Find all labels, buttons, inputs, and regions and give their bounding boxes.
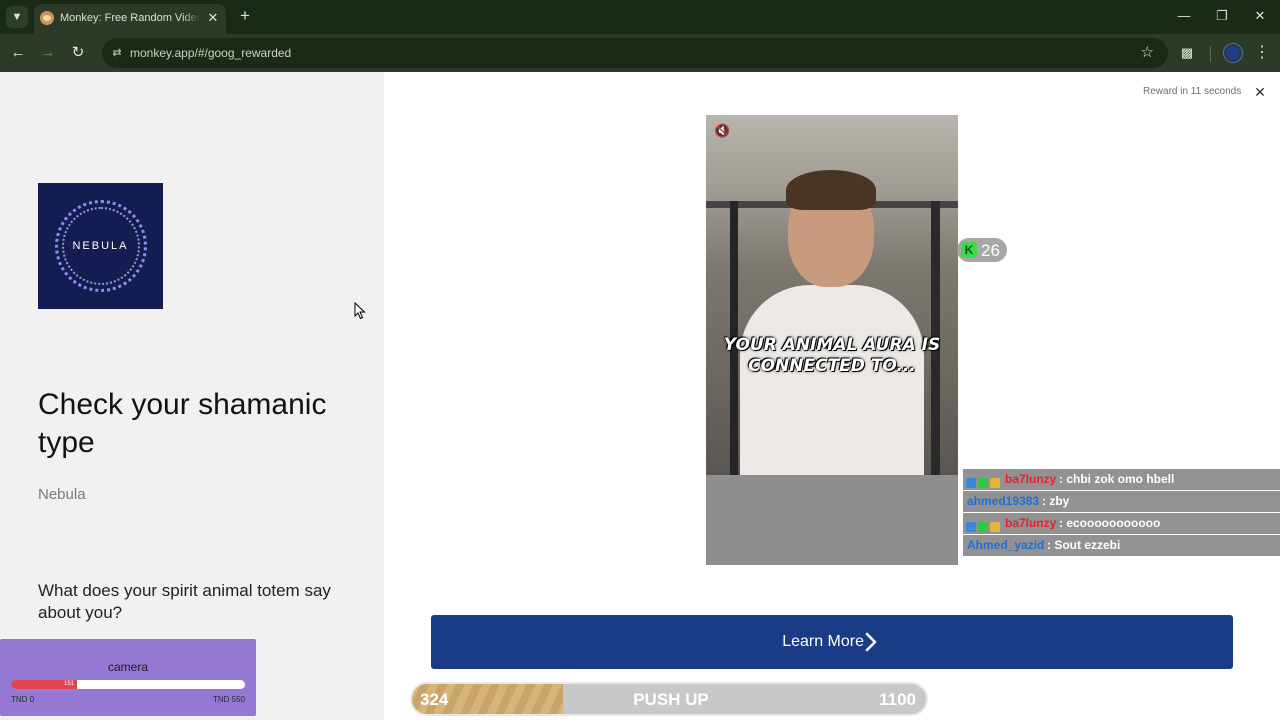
chat-message: ba7lunzy: chbi zok omo hbell [963, 469, 1280, 490]
ad-brand[interactable]: Nebula [38, 486, 86, 503]
video-person-hair [786, 170, 876, 210]
kick-logo-icon: K [961, 242, 977, 258]
camera-progress-value: 151 [63, 681, 74, 687]
browser-toolbar: ← → ↻ ⇄ monkey.app/#/goog_rewarded ☆ ▩ ⋮ [0, 34, 1280, 72]
extensions-icon[interactable]: ▩ [1177, 43, 1197, 63]
chat-text: : ecooooooooooo [1059, 516, 1161, 530]
chat-text: : zby [1042, 494, 1070, 508]
crown-badge-icon [990, 522, 1000, 532]
url-text[interactable]: monkey.app/#/goog_rewarded [130, 46, 291, 60]
tab-search-button[interactable]: ▼ [6, 6, 28, 28]
chat-username[interactable]: ba7lunzy [1005, 513, 1056, 534]
camera-min-label: TND 0 [11, 695, 35, 704]
nebula-logo[interactable]: NEBULA [38, 183, 163, 309]
chat-overlay: ba7lunzy: chbi zok omo hbell ahmed19383: … [963, 469, 1280, 557]
camera-progress-track: 151 [11, 680, 245, 689]
chevron-right-icon [865, 632, 877, 652]
chat-message: ba7lunzy: ecooooooooooo [963, 513, 1280, 534]
ad-sidebar: NEBULA Check your shamanic type Nebula W… [0, 72, 384, 720]
back-icon[interactable]: ← [8, 43, 28, 63]
mouse-cursor-icon [354, 302, 366, 320]
browser-tab-strip: ▼ Monkey: Free Random Video Chat ✕ + — ❐… [0, 0, 1280, 34]
site-info-icon[interactable]: ⇄ [110, 46, 124, 60]
chat-message: Ahmed_yazid: Sout ezzebi [963, 535, 1280, 556]
learn-more-button[interactable]: Learn More [431, 615, 1233, 669]
reload-icon[interactable]: ↻ [68, 43, 88, 63]
chat-username[interactable]: ahmed19383 [967, 491, 1039, 512]
window-close-icon[interactable]: ✕ [1247, 6, 1273, 26]
learn-more-label: Learn More [782, 633, 865, 650]
camera-max-label: TND 550 [212, 695, 245, 704]
browser-menu-icon[interactable]: ⋮ [1252, 43, 1272, 63]
chat-badge-icons [966, 518, 1002, 532]
chat-username[interactable]: Ahmed_yazid [967, 535, 1044, 556]
ad-close-icon[interactable]: ✕ [1253, 85, 1267, 99]
video-person-body [740, 285, 924, 505]
video-caption: YOUR ANIMAL AURA IS CONNECTED TO... [723, 335, 941, 376]
camera-widget: camera 151 TND 0 TND 550 [0, 639, 256, 716]
new-tab-button[interactable]: + [235, 6, 255, 26]
profile-avatar[interactable] [1224, 44, 1242, 62]
chat-username[interactable]: ba7lunzy [1005, 469, 1056, 490]
camera-title: camera [107, 660, 148, 674]
bookmark-star-icon[interactable]: ☆ [1141, 44, 1154, 62]
chat-message: ahmed19383: zby [963, 491, 1280, 512]
logo-wordmark: NEBULA [72, 240, 129, 252]
crown-badge-icon [990, 478, 1000, 488]
reward-timer: Reward in 11 seconds [1143, 86, 1242, 97]
video-person-legs [706, 475, 958, 565]
muted-speaker-icon[interactable]: 🔇 [714, 123, 730, 139]
viewer-count: 26 [981, 241, 1000, 260]
chat-text: : chbi zok omo hbell [1059, 472, 1175, 486]
verified-badge-icon [966, 478, 976, 488]
address-bar[interactable]: ⇄ monkey.app/#/goog_rewarded ☆ [102, 38, 1168, 68]
chat-text: : Sout ezzebi [1047, 538, 1121, 552]
ad-description[interactable]: What does your spirit animal totem say a… [38, 580, 338, 624]
tab-close-icon[interactable]: ✕ [206, 11, 220, 25]
minimize-icon[interactable]: — [1171, 6, 1197, 26]
verified-badge-icon [966, 522, 976, 532]
tab-title: Monkey: Free Random Video Chat [60, 12, 200, 24]
chat-badge-icons [966, 474, 1002, 488]
browser-tab[interactable]: Monkey: Free Random Video Chat ✕ [34, 4, 226, 34]
restore-icon[interactable]: ❐ [1209, 6, 1235, 26]
pushup-goal: 1100 [879, 690, 916, 709]
subscriber-badge-icon [978, 522, 988, 532]
ad-video[interactable]: 🔇 YOUR ANIMAL AURA IS CONNECTED TO... [706, 115, 958, 565]
page-content: NEBULA Check your shamanic type Nebula W… [0, 72, 1280, 720]
forward-icon[interactable]: → [38, 43, 58, 63]
toolbar-divider [1210, 46, 1211, 62]
monkey-favicon-icon [40, 11, 54, 25]
viewer-count-badge: K 26 [957, 238, 1007, 262]
pushup-progress-bar: 324 PUSH UP 1100 [410, 682, 928, 716]
ad-headline[interactable]: Check your shamanic type [38, 386, 338, 462]
subscriber-badge-icon [978, 478, 988, 488]
pushup-label: PUSH UP [633, 690, 709, 709]
